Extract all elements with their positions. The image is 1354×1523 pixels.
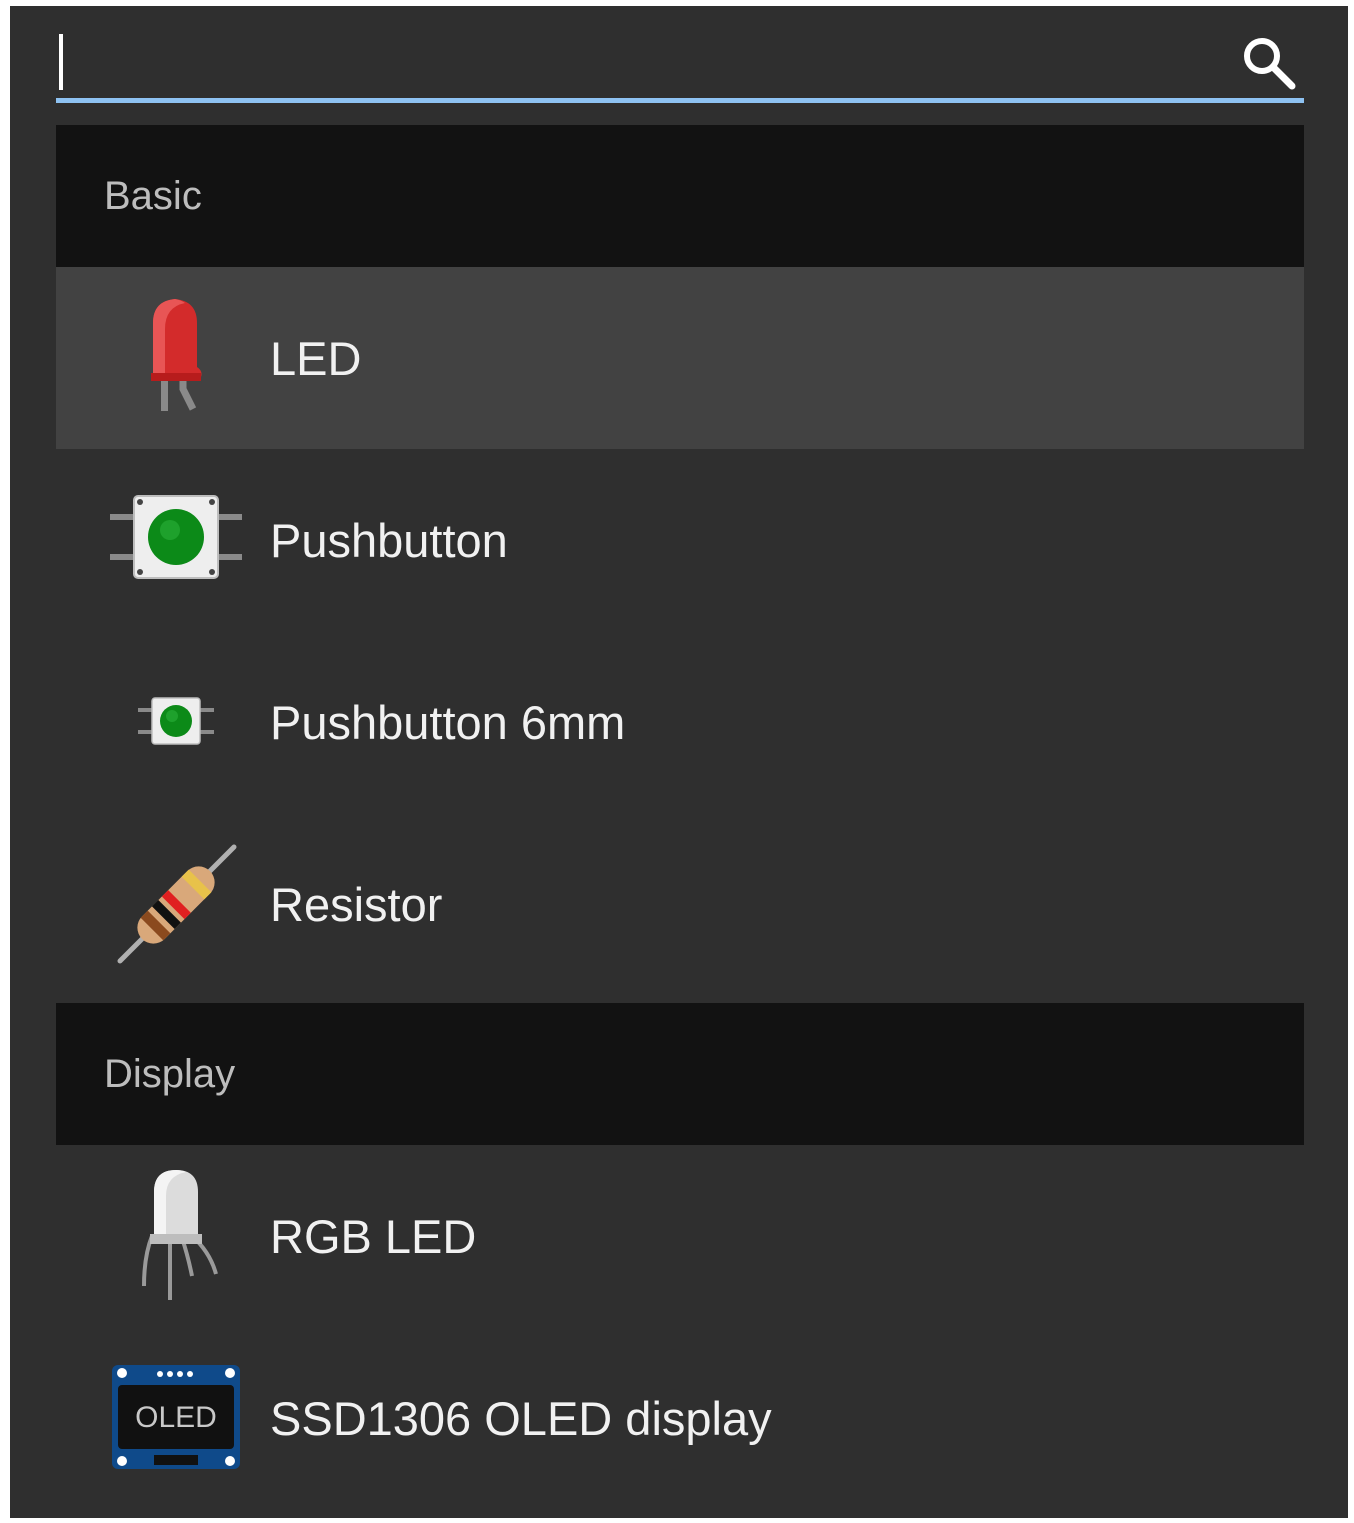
parts-list: Basic LED Pushbutton Pushbutton 6mm Resi…	[56, 125, 1304, 1509]
section-header-display: Display	[56, 1003, 1304, 1145]
parts-picker-panel: Basic LED Pushbutton Pushbutton 6mm Resi…	[10, 6, 1348, 1518]
oled-icon-text: OLED	[135, 1401, 217, 1434]
resistor-icon	[96, 834, 256, 974]
section-title: Basic	[104, 173, 202, 218]
list-item-led[interactable]: LED	[56, 267, 1304, 449]
search-icon[interactable]	[1240, 34, 1296, 90]
oled-display-icon: OLED	[96, 1348, 256, 1488]
item-label: RGB LED	[270, 1209, 477, 1263]
section-title: Display	[104, 1051, 236, 1096]
rgb-led-icon	[96, 1166, 256, 1306]
list-item-ssd1306-oled[interactable]: OLED SSD1306 OLED display	[56, 1327, 1304, 1509]
pushbutton-icon	[96, 470, 256, 610]
item-label: Pushbutton	[270, 513, 508, 567]
list-item-rgb-led[interactable]: RGB LED	[56, 1145, 1304, 1327]
search-bar	[56, 14, 1304, 104]
item-label: Pushbutton 6mm	[270, 695, 626, 749]
list-item-resistor[interactable]: Resistor	[56, 813, 1304, 995]
item-label: LED	[270, 331, 362, 385]
list-item-pushbutton[interactable]: Pushbutton	[56, 449, 1304, 631]
search-input[interactable]	[56, 14, 1220, 102]
pushbutton-6mm-icon	[96, 652, 256, 792]
list-item-pushbutton-6mm[interactable]: Pushbutton 6mm	[56, 631, 1304, 813]
search-underline	[56, 98, 1304, 103]
red-led-icon	[96, 288, 256, 428]
section-header-basic: Basic	[56, 125, 1304, 267]
item-label: Resistor	[270, 877, 443, 931]
item-label: SSD1306 OLED display	[270, 1391, 772, 1445]
text-caret	[59, 34, 63, 90]
